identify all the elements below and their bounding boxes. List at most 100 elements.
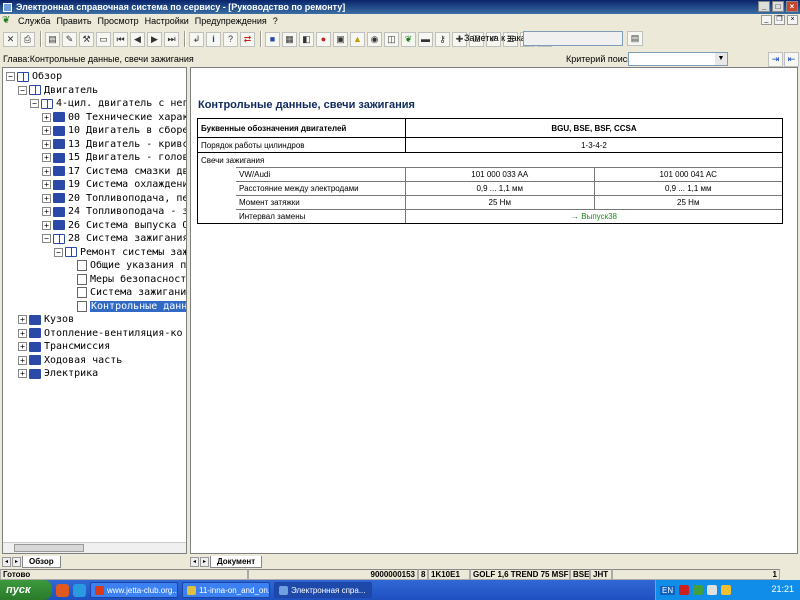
tray-icon[interactable] — [693, 585, 704, 595]
minimize-button[interactable]: _ — [758, 1, 770, 12]
tree-item[interactable]: − Ремонт системы заж — [54, 246, 186, 259]
scrollbar-thumb[interactable] — [14, 544, 84, 552]
next-page-icon[interactable]: ▶ — [147, 31, 162, 47]
bucket-icon[interactable]: ◫ — [384, 31, 399, 47]
expand-icon[interactable]: + — [42, 180, 51, 189]
expand-icon[interactable]: + — [18, 328, 27, 338]
menu-service[interactable]: Служба — [15, 16, 53, 26]
document-icon[interactable]: ▤ — [45, 31, 60, 47]
tree-item[interactable]: +00 Технические харак — [42, 111, 186, 124]
collapse-icon[interactable]: − — [18, 85, 27, 95]
tree-item[interactable]: +13 Двигатель - кривс — [42, 138, 186, 151]
close-button[interactable]: × — [786, 1, 798, 12]
tree-item[interactable]: +26 Система выпуска О — [42, 219, 186, 232]
tray-icon[interactable] — [679, 585, 690, 595]
mdi-minimize-button[interactable]: _ — [761, 15, 772, 25]
tree-item[interactable]: Контрольные данн — [66, 300, 186, 313]
tree-item[interactable]: +24 Топливоподача - з — [42, 205, 186, 218]
media-icon[interactable] — [73, 583, 86, 597]
collapse-icon[interactable]: − — [42, 234, 51, 243]
gallery-icon[interactable]: ▣ — [333, 31, 348, 47]
order-note-input[interactable] — [523, 31, 623, 46]
expand-icon[interactable]: + — [42, 112, 51, 122]
stop-icon[interactable]: ● — [316, 31, 331, 47]
tray-icon[interactable] — [721, 585, 732, 595]
leaf-icon[interactable]: ❦ — [401, 31, 416, 47]
expand-icon[interactable]: + — [42, 139, 51, 149]
mdi-close-button[interactable]: × — [787, 15, 798, 25]
previous-page-icon[interactable]: ◀ — [130, 31, 145, 47]
tree-item[interactable]: +20 Топливоподача, пе — [42, 192, 186, 205]
tree-item[interactable]: Меры безопасност — [66, 273, 186, 286]
tree-item[interactable]: − Обзор — [6, 70, 62, 83]
chevron-down-icon[interactable]: ▼ — [715, 53, 727, 65]
tire-icon[interactable]: ◉ — [367, 31, 382, 47]
overview-tree[interactable]: − Обзор − Двигатель −4-цил. двигатель с нег +… — [2, 67, 187, 554]
start-button[interactable]: пуск — [0, 580, 52, 600]
tree-item[interactable]: +17 Система смазки дв — [42, 165, 186, 178]
tree-item[interactable]: + Ходовая часть — [18, 354, 122, 367]
switch-icon[interactable]: ⇄ — [240, 31, 255, 47]
last-page-icon[interactable]: ⏭ — [164, 31, 179, 47]
warning-icon[interactable]: ▲ — [350, 31, 365, 47]
back-icon[interactable]: ↲ — [189, 31, 204, 47]
tree-item[interactable]: +19 Система охлаждени — [42, 178, 186, 191]
tree-item[interactable]: +15 Двигатель - голов — [42, 151, 186, 164]
tree-item[interactable]: − Двигатель — [18, 84, 98, 97]
edit-icon[interactable]: ✎ — [62, 31, 77, 47]
collapse-icon[interactable]: − — [30, 99, 39, 108]
tree-item[interactable]: − 4-цил. двигатель с нег — [30, 97, 186, 110]
first-page-icon[interactable]: ⏮ — [113, 31, 128, 47]
tab-scroll-left-icon[interactable]: ◂ — [190, 556, 199, 567]
maximize-button[interactable]: □ — [772, 1, 784, 12]
expand-icon[interactable]: + — [18, 342, 27, 351]
tab-document[interactable]: Документ — [210, 555, 263, 568]
mdi-restore-button[interactable]: ❐ — [774, 15, 785, 25]
info-icon[interactable]: i — [206, 31, 221, 47]
taskbar-item-service-app[interactable]: Электронная спра... — [274, 582, 372, 598]
expand-icon[interactable]: + — [18, 369, 27, 378]
tab-overview[interactable]: Обзор — [22, 555, 61, 568]
expand-icon[interactable]: + — [42, 207, 51, 216]
tray-icon[interactable] — [707, 585, 718, 595]
parts-icon[interactable]: ◧ — [299, 31, 314, 47]
search-next-icon[interactable]: ⇥ — [768, 52, 783, 67]
expand-icon[interactable]: + — [18, 355, 27, 365]
menu-settings[interactable]: Настройки — [142, 16, 192, 26]
tree-item[interactable]: Система зажигани — [66, 286, 186, 299]
tab-scroll-left-icon[interactable]: ◂ — [2, 556, 11, 567]
expand-icon[interactable]: + — [18, 315, 27, 324]
taskbar-item-file[interactable]: 11-inna-on_and_on... — [182, 582, 270, 598]
tree-item[interactable]: − 28 Система зажигания — [42, 232, 186, 245]
tree-horizontal-scrollbar[interactable] — [3, 542, 186, 553]
tree-item[interactable]: +10 Двигатель в сборе — [42, 124, 186, 137]
expand-icon[interactable]: + — [42, 153, 51, 162]
menu-view[interactable]: Просмотр — [95, 16, 142, 26]
collapse-icon[interactable]: − — [54, 247, 63, 257]
tree-item[interactable]: + Отопление-вентиляция-ко — [18, 327, 182, 340]
expand-icon[interactable]: + — [42, 126, 51, 135]
order-note-button[interactable]: ▤ — [627, 31, 643, 46]
language-indicator[interactable]: EN — [660, 585, 676, 595]
menu-edit[interactable]: Править — [53, 16, 94, 26]
tools-icon[interactable]: ⚒ — [79, 31, 94, 47]
car-icon[interactable]: ▭ — [96, 31, 111, 47]
exit-icon[interactable]: ✕ — [3, 31, 18, 47]
help-icon[interactable]: ? — [223, 31, 238, 47]
menu-warnings[interactable]: Предупреждения — [192, 16, 270, 26]
expand-icon[interactable]: + — [42, 193, 51, 203]
book-icon[interactable]: ■ — [265, 31, 280, 47]
search-previous-icon[interactable]: ⇤ — [784, 52, 799, 67]
wiring-icon[interactable]: ▦ — [282, 31, 297, 47]
expand-icon[interactable]: + — [42, 220, 51, 230]
print-icon[interactable]: ⎙ — [20, 31, 35, 47]
vehicle-icon[interactable]: ▬ — [418, 31, 433, 47]
interval-link[interactable]: → Выпуск38 — [406, 210, 782, 223]
tree-item[interactable]: + Кузов — [18, 313, 74, 326]
menu-help[interactable]: ? — [270, 16, 281, 26]
tab-scroll-right-icon[interactable]: ▸ — [200, 556, 209, 567]
tree-item[interactable]: Общие указания п — [66, 259, 186, 272]
tab-scroll-right-icon[interactable]: ▸ — [12, 556, 21, 567]
tree-item[interactable]: + Трансмиссия — [18, 340, 110, 353]
browser-icon[interactable] — [56, 583, 69, 597]
